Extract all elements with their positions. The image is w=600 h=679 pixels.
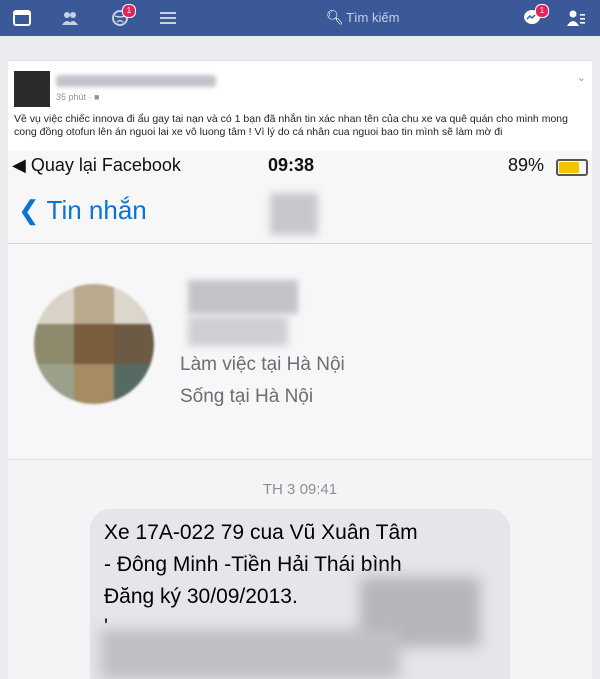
contact-avatar-pixelated bbox=[34, 284, 154, 404]
messages-badge: 1 bbox=[535, 4, 549, 18]
message-line: - Đông Minh -Tiền Hải Thái bình bbox=[104, 553, 402, 576]
battery-fill bbox=[559, 162, 579, 173]
post-card: 35 phút · ■ ⌄ Về vụ việc chiếc innova đi… bbox=[8, 60, 592, 679]
search-placeholder: Tìm kiếm bbox=[346, 10, 400, 25]
post-time-text: 35 phút · bbox=[56, 92, 95, 102]
message-bubble: Xe 17A-022 79 cua Vũ Xuân Tâm - Đông Min… bbox=[90, 509, 510, 679]
message-timestamp: TH 3 09:41 bbox=[262, 481, 338, 498]
contact-work: Làm việc tại Hà Nội bbox=[180, 354, 345, 375]
contact-card: Làm việc tại Hà Nội Sống tại Hà Nội bbox=[8, 244, 592, 460]
post-timestamp: 35 phút · ■ bbox=[56, 92, 99, 102]
battery-percent: 89% bbox=[508, 155, 545, 175]
status-back-label: Quay lại Facebook bbox=[30, 155, 181, 175]
status-clock: 09:38 bbox=[268, 155, 315, 175]
notifications-badge: 1 bbox=[122, 4, 136, 18]
sender-name-blurred bbox=[270, 193, 318, 235]
privacy-icon: ■ bbox=[94, 92, 100, 102]
post-options-chevron-icon[interactable]: ⌄ bbox=[577, 71, 586, 84]
facebook-top-bar: 1 🔍︎ Tìm kiếm 1 bbox=[0, 0, 600, 36]
message-line: Đăng ký 30/09/2013. bbox=[104, 585, 298, 608]
status-back-to-app: ◀ Quay lại Facebook bbox=[12, 155, 181, 175]
account-settings-icon[interactable] bbox=[566, 8, 586, 28]
search-icon: 🔍︎ bbox=[326, 9, 344, 25]
contact-name-blurred bbox=[188, 280, 298, 314]
attached-screenshot[interactable]: ◀ Quay lại Facebook 09:38 89% ❮ Tin nhắn bbox=[8, 151, 592, 679]
messages-back-button: ❮ Tin nhắn bbox=[18, 195, 147, 225]
friend-requests-icon[interactable] bbox=[60, 8, 80, 28]
home-feed-icon[interactable] bbox=[12, 8, 32, 28]
message-redaction bbox=[100, 629, 400, 679]
messages-nav-bar: ❮ Tin nhắn bbox=[8, 181, 592, 244]
menu-icon[interactable] bbox=[158, 8, 178, 28]
contact-detail-blurred bbox=[188, 316, 288, 346]
search-input[interactable]: 🔍︎ Tìm kiếm bbox=[320, 6, 462, 30]
phone-status-bar: ◀ Quay lại Facebook 09:38 89% bbox=[8, 151, 592, 181]
contact-lives-in: Sống tại Hà Nội bbox=[180, 386, 314, 407]
nav-title: Tin nhắn bbox=[46, 195, 147, 225]
battery-icon bbox=[556, 159, 588, 176]
author-name-blurred bbox=[56, 75, 216, 87]
post-text: Về vụ việc chiếc innova đi ẩu gay tai nạ… bbox=[14, 113, 568, 138]
author-avatar[interactable] bbox=[14, 71, 50, 107]
message-line: Xe 17A-022 79 cua Vũ Xuân Tâm bbox=[104, 521, 418, 544]
